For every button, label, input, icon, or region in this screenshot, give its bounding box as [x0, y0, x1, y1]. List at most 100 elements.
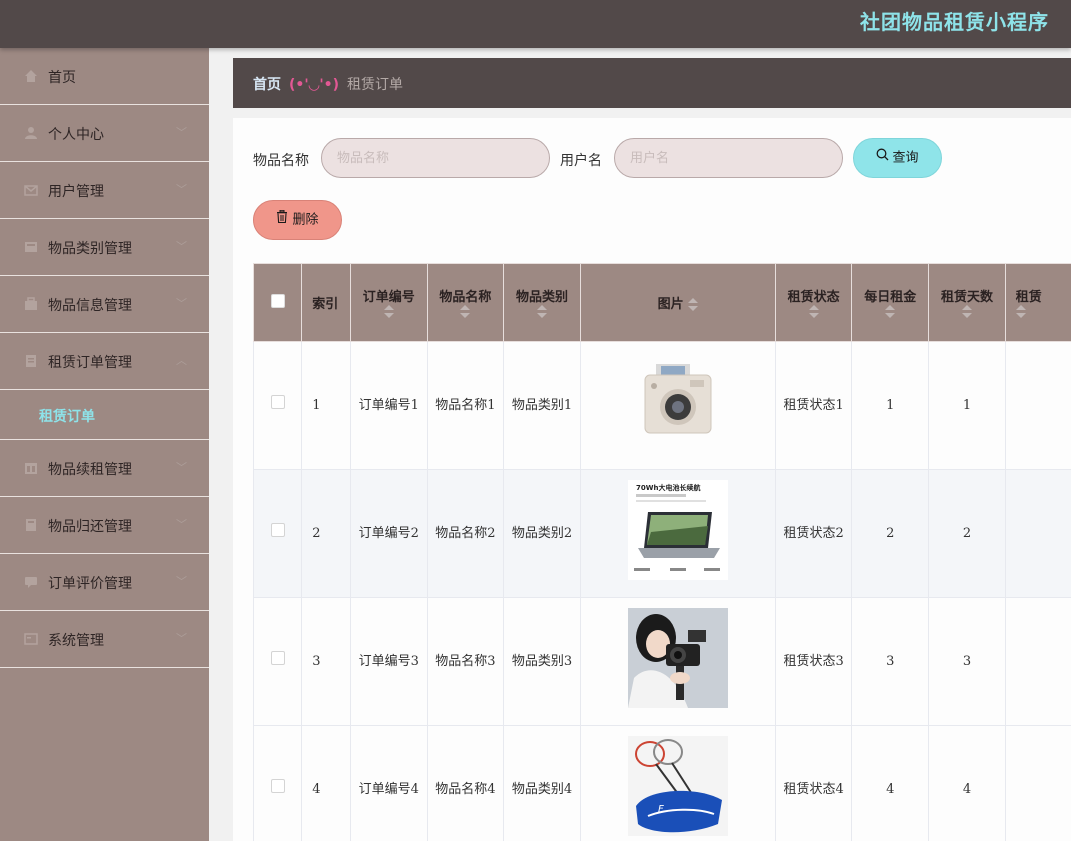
delete-button[interactable]: 删除 [253, 200, 342, 240]
daily-rent-cell: 4 [851, 725, 930, 841]
column-header-days[interactable]: 租赁天数 [928, 263, 1006, 342]
badminton-set-image[interactable]: F [627, 735, 728, 836]
row-checkbox[interactable] [270, 651, 285, 665]
item-category-cell: 物品类别3 [503, 597, 581, 726]
row-checkbox[interactable] [270, 395, 285, 409]
rental-cell [1004, 597, 1071, 726]
home-icon [24, 69, 38, 83]
image-cell [579, 341, 776, 470]
breadcrumb: 首页 (•'◡'•) 租赁订单 [253, 74, 403, 94]
sort-icon[interactable] [537, 305, 548, 319]
sidebar-item-label: 系统管理 [48, 633, 104, 649]
item-name-cell: 物品名称3 [426, 597, 505, 726]
row-checkbox[interactable] [270, 779, 285, 793]
mail-icon [24, 183, 38, 197]
select-all-checkbox[interactable] [270, 293, 285, 308]
sidebar-item-label: 首页 [48, 70, 76, 86]
days-cell: 4 [928, 725, 1006, 841]
sidebar-subitem-rental-order[interactable]: 租赁订单 [0, 390, 209, 440]
svg-text:F: F [658, 804, 664, 815]
sort-icon[interactable] [961, 305, 972, 319]
username-label: 用户名 [560, 153, 602, 169]
search-icon [876, 139, 889, 177]
column-header-item-name[interactable]: 物品名称 [426, 263, 505, 342]
daily-rent-cell: 1 [851, 341, 930, 470]
sidebar-item-system-management[interactable]: 系统管理 ﹀ [0, 611, 209, 668]
column-header-status[interactable]: 租赁状态 [774, 263, 853, 342]
sidebar-item-personal-center[interactable]: 个人中心 ﹀ [0, 105, 209, 162]
chevron-down-icon: ﹀ [176, 297, 187, 310]
row-checkbox[interactable] [270, 523, 285, 537]
category-icon [24, 240, 38, 254]
box-icon [24, 297, 38, 311]
column-header-item-category[interactable]: 物品类别 [503, 263, 581, 342]
order-no-cell: 订单编号2 [349, 469, 428, 598]
column-header-image[interactable]: 图片 [579, 263, 776, 342]
chevron-down-icon: ﹀ [176, 518, 187, 531]
sort-icon[interactable] [460, 305, 471, 319]
table-row: 4 订单编号4 物品名称4 物品类别4 F 租赁状态4 4 4 [252, 725, 1071, 841]
chevron-down-icon: ﹀ [176, 632, 187, 645]
row-select-cell [252, 341, 303, 470]
index-cell: 4 [301, 725, 351, 841]
laptop-image[interactable]: 70Wh大电池长续航 [627, 479, 728, 580]
status-cell: 租赁状态4 [774, 725, 853, 841]
return-icon [24, 518, 38, 532]
breadcrumb-current: 租赁订单 [347, 77, 404, 93]
instant-camera-image[interactable] [627, 351, 728, 452]
sidebar-item-return-management[interactable]: 物品归还管理 ﹀ [0, 497, 209, 554]
sidebar-item-home[interactable]: 首页 [0, 48, 209, 105]
breadcrumb-separator: (•'◡'•) [289, 77, 340, 93]
status-cell: 租赁状态1 [774, 341, 853, 470]
order-no-cell: 订单编号3 [349, 597, 428, 726]
sidebar-item-review-management[interactable]: 订单评价管理 ﹀ [0, 554, 209, 611]
chevron-down-icon: ﹀ [176, 126, 187, 139]
index-cell: 1 [301, 341, 351, 470]
sort-icon[interactable] [808, 305, 819, 319]
sidebar-item-label: 物品续租管理 [48, 462, 132, 478]
top-bar: 社团物品租赁小程序 [0, 0, 1071, 48]
sidebar-item-item-info-management[interactable]: 物品信息管理 ﹀ [0, 276, 209, 333]
sort-icon[interactable] [1015, 305, 1026, 319]
vlog-camera-image[interactable] [627, 607, 728, 708]
item-name-cell: 物品名称2 [426, 469, 505, 598]
table-row: 1 订单编号1 物品名称1 物品类别1 租赁状态1 1 1 [252, 341, 1071, 470]
days-cell: 3 [928, 597, 1006, 726]
index-cell: 2 [301, 469, 351, 598]
table-header-row: 索引 订单编号 物品名称 物品类别 图片 租赁状态 每日租金 租赁天数 租赁 [252, 263, 1071, 342]
item-category-cell: 物品类别4 [503, 725, 581, 841]
sidebar-item-rental-order-management[interactable]: 租赁订单管理 ︿ [0, 333, 209, 390]
column-header-rental[interactable]: 租赁 [1004, 263, 1071, 342]
table-row: 3 订单编号3 物品名称3 物品类别3 租赁状态3 3 3 [252, 597, 1071, 726]
column-header-index: 索引 [301, 263, 351, 342]
sidebar-item-label: 订单评价管理 [48, 576, 132, 592]
comment-icon [24, 575, 38, 589]
item-name-label: 物品名称 [253, 153, 309, 169]
sidebar-item-renewal-management[interactable]: 物品续租管理 ﹀ [0, 440, 209, 497]
chevron-up-icon: ︿ [176, 354, 187, 367]
sort-icon[interactable] [688, 297, 699, 312]
select-all-cell [252, 263, 303, 342]
item-name-input[interactable] [321, 138, 550, 178]
query-button[interactable]: 查询 [853, 138, 942, 178]
sidebar-item-user-management[interactable]: 用户管理 ﹀ [0, 162, 209, 219]
sidebar-item-label: 用户管理 [48, 184, 104, 200]
sidebar-item-category-management[interactable]: 物品类别管理 ﹀ [0, 219, 209, 276]
column-header-daily-rent[interactable]: 每日租金 [851, 263, 930, 342]
chevron-down-icon: ﹀ [176, 183, 187, 196]
chevron-down-icon: ﹀ [176, 240, 187, 253]
sidebar-item-label: 租赁订单管理 [48, 355, 132, 371]
sort-icon[interactable] [885, 305, 896, 319]
image-cell: F [579, 725, 776, 841]
daily-rent-cell: 3 [851, 597, 930, 726]
column-header-order-no[interactable]: 订单编号 [349, 263, 428, 342]
item-category-cell: 物品类别1 [503, 341, 581, 470]
sort-icon[interactable] [383, 305, 394, 319]
username-input[interactable] [614, 138, 843, 178]
breadcrumb-home[interactable]: 首页 [253, 77, 281, 93]
item-category-cell: 物品类别2 [503, 469, 581, 598]
sidebar-item-label: 个人中心 [48, 127, 104, 143]
index-cell: 3 [301, 597, 351, 726]
content-panel: 物品名称 用户名 查询 删除 索引 订单编号 物品名称 [233, 118, 1071, 841]
trash-icon [276, 201, 288, 239]
